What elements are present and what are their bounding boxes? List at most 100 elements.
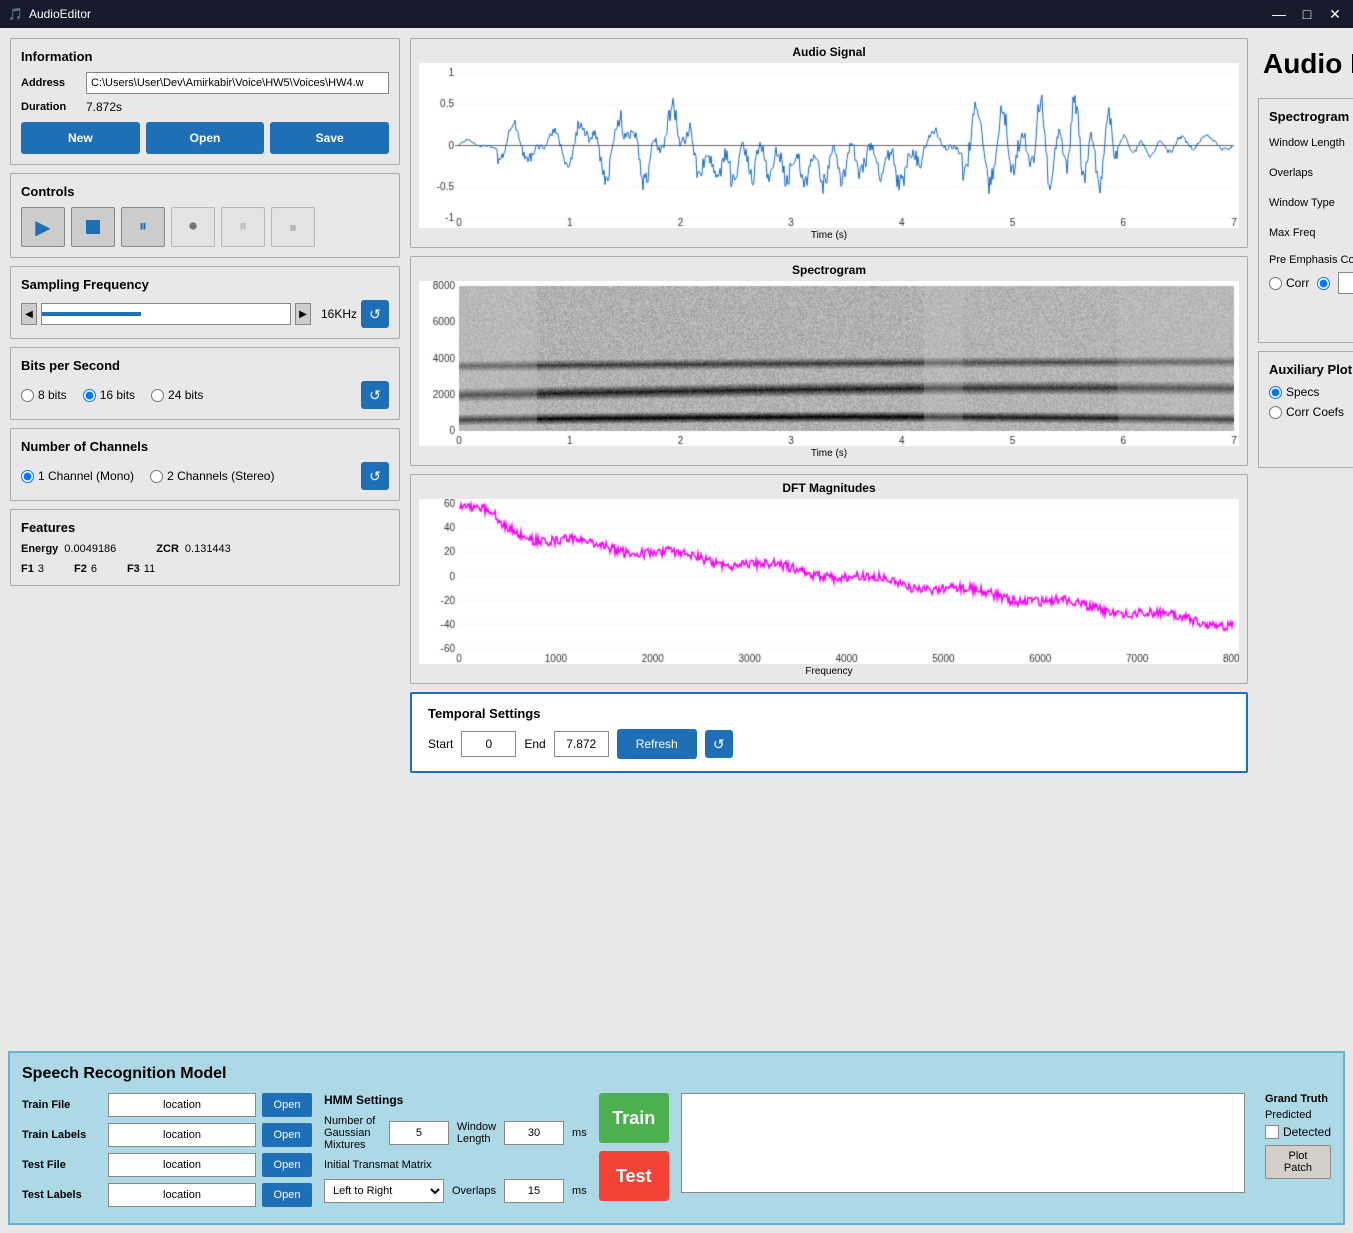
freq-label: 16KHz — [321, 307, 357, 321]
pause-button[interactable]: ⏸ — [121, 207, 165, 247]
channel-mono[interactable]: 1 Channel (Mono) — [21, 469, 134, 483]
bps-radio-group: 8 bits 16 bits 24 bits — [21, 388, 203, 402]
auxiliary-refresh-row: Refresh — [1269, 427, 1353, 457]
controls-title: Controls — [21, 184, 389, 199]
features-title: Features — [21, 520, 389, 535]
slider-left-arrow[interactable]: ◀ — [21, 303, 37, 325]
coeff-input[interactable] — [1338, 272, 1353, 294]
plot-patch-button[interactable]: Plot Patch — [1265, 1145, 1331, 1179]
window-length-label: Window Length — [1269, 137, 1353, 149]
top-section: Information Address Duration 7.872s New … — [0, 28, 1353, 1043]
pause2-button[interactable]: ⏸ — [221, 207, 265, 247]
center-panel: Audio Signal Time (s) Spectrogram Time (… — [410, 38, 1248, 1033]
test-file-input[interactable] — [108, 1153, 256, 1177]
dft-panel: DFT Magnitudes Frequency — [410, 474, 1248, 684]
train-labels-input[interactable] — [108, 1123, 256, 1147]
new-button[interactable]: New — [21, 122, 140, 154]
f1-value: 3 — [38, 563, 44, 575]
info-buttons: New Open Save — [21, 122, 389, 154]
sampling-title: Sampling Frequency — [21, 277, 389, 292]
transmat-row: Initial Transmat Matrix — [324, 1159, 587, 1171]
record-button[interactable]: ⏺ — [171, 207, 215, 247]
f2-value: 6 — [91, 563, 97, 575]
coeff-radio[interactable] — [1317, 277, 1330, 290]
specs-radio[interactable]: Specs — [1269, 385, 1353, 399]
train-file-input[interactable] — [108, 1093, 256, 1117]
sampling-refresh-button[interactable]: ↺ — [361, 300, 389, 328]
stop-button[interactable] — [71, 207, 115, 247]
address-row: Address — [21, 72, 389, 94]
train-file-label: Train File — [22, 1099, 102, 1111]
minimize-button[interactable]: — — [1269, 4, 1289, 24]
close-button[interactable]: ✕ — [1325, 4, 1345, 24]
gaussian-input[interactable] — [389, 1121, 449, 1145]
controls-buttons: ▶ ⏸ ⏺ ⏸ ⏹ — [21, 207, 389, 247]
slider-track — [41, 303, 291, 325]
bps-panel: Bits per Second 8 bits 16 bits 24 bits — [10, 347, 400, 420]
sampling-row: ◀ ▶ 16KHz ↺ — [21, 300, 389, 328]
overlaps-label-hmm: Overlaps — [452, 1185, 496, 1197]
pre-emphasis-row: Corr — [1269, 272, 1353, 294]
bps-16bit[interactable]: 16 bits — [83, 388, 135, 402]
stop2-icon: ⏹ — [290, 219, 297, 236]
end-label: End — [524, 737, 545, 751]
channels-title: Number of Channels — [21, 439, 389, 454]
file-table: Train File Open Train Labels Open Test F… — [22, 1093, 312, 1207]
maximize-button[interactable]: □ — [1297, 4, 1317, 24]
bps-8bit[interactable]: 8 bits — [21, 388, 67, 402]
speech-model-title: Speech Recognition Model — [22, 1065, 1331, 1083]
test-file-row: Test File Open — [22, 1153, 312, 1177]
transmat-input-row: Left to Right Ergodic Linear Overlaps ms — [324, 1179, 587, 1203]
bps-refresh-button[interactable]: ↺ — [361, 381, 389, 409]
play-icon: ▶ — [35, 215, 50, 240]
f1-label: F1 — [21, 563, 34, 575]
window-length-input-hmm[interactable] — [504, 1121, 564, 1145]
detected-label: Detected — [1283, 1125, 1331, 1139]
detected-checkbox[interactable] — [1265, 1125, 1279, 1139]
spectrogram-canvas — [419, 281, 1239, 446]
save-button[interactable]: Save — [270, 122, 389, 154]
temporal-reset-button[interactable]: ↺ — [705, 730, 733, 758]
auxiliary-title: Auxiliary Plot Settings — [1269, 362, 1353, 377]
main-content: Information Address Duration 7.872s New … — [0, 28, 1353, 1233]
start-input[interactable] — [461, 731, 516, 757]
window-length-unit-hmm: ms — [572, 1127, 587, 1139]
hmm-title: HMM Settings — [324, 1093, 587, 1107]
information-panel: Information Address Duration 7.872s New … — [10, 38, 400, 165]
address-input[interactable] — [86, 72, 389, 94]
address-label: Address — [21, 77, 86, 89]
results-scroll-area[interactable] — [681, 1093, 1245, 1193]
dft-canvas — [419, 499, 1239, 664]
play-button[interactable]: ▶ — [21, 207, 65, 247]
app-title: AudioEditor — [29, 7, 91, 21]
detected-row: Detected — [1265, 1125, 1331, 1139]
test-file-open-button[interactable]: Open — [262, 1153, 312, 1177]
bps-title: Bits per Second — [21, 358, 389, 373]
gaussian-row: Number of Gaussian Mixtures Window Lengt… — [324, 1115, 587, 1151]
transmat-select[interactable]: Left to Right Ergodic Linear — [324, 1179, 444, 1203]
end-input[interactable] — [554, 731, 609, 757]
stop2-button[interactable]: ⏹ — [271, 207, 315, 247]
bps-24bit[interactable]: 24 bits — [151, 388, 203, 402]
test-button[interactable]: Test — [599, 1151, 669, 1201]
title-bar-controls: — □ ✕ — [1269, 4, 1345, 24]
open-button[interactable]: Open — [146, 122, 265, 154]
temporal-refresh-button[interactable]: Refresh — [617, 729, 697, 759]
duration-label: Duration — [21, 101, 86, 113]
pause2-icon: ⏸ — [239, 218, 247, 236]
audio-signal-panel: Audio Signal Time (s) — [410, 38, 1248, 248]
train-file-open-button[interactable]: Open — [262, 1093, 312, 1117]
auxiliary-panel: Auxiliary Plot Settings Specs Cepstral C… — [1258, 351, 1353, 468]
overlaps-input-hmm[interactable] — [504, 1179, 564, 1203]
train-labels-open-button[interactable]: Open — [262, 1123, 312, 1147]
title-bar: 🎵 AudioEditor — □ ✕ — [0, 0, 1353, 28]
channels-refresh-button[interactable]: ↺ — [361, 462, 389, 490]
pause-icon: ⏸ — [139, 218, 147, 236]
corr-radio[interactable]: Corr — [1269, 276, 1309, 290]
slider-right-arrow[interactable]: ▶ — [295, 303, 311, 325]
channel-stereo[interactable]: 2 Channels (Stereo) — [150, 469, 274, 483]
test-labels-input[interactable] — [108, 1183, 256, 1207]
corr-coefs-radio[interactable]: Corr Coefs — [1269, 405, 1353, 419]
train-button[interactable]: Train — [599, 1093, 669, 1143]
test-labels-open-button[interactable]: Open — [262, 1183, 312, 1207]
